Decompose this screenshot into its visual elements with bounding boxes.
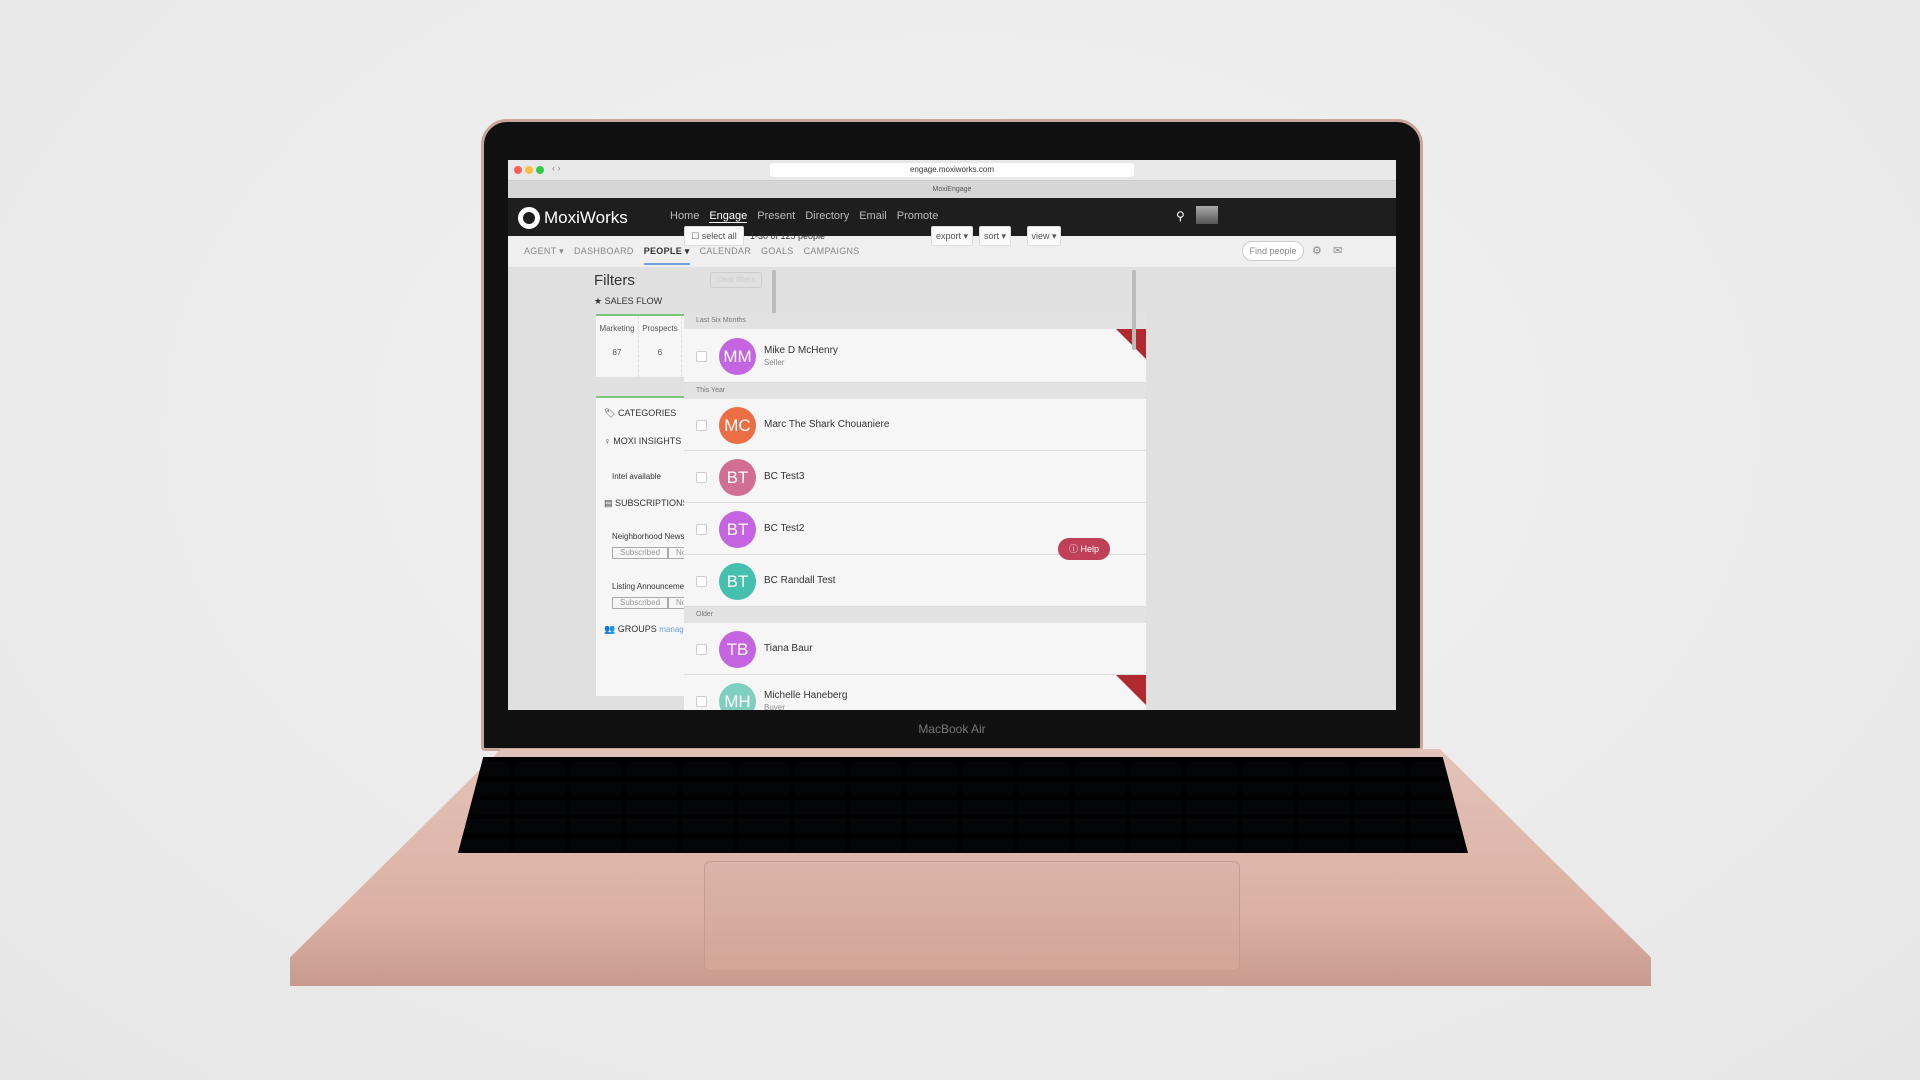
subnav-item[interactable]: CAMPAIGNS <box>804 246 860 265</box>
nav-email[interactable]: Email <box>859 210 887 223</box>
minimize-button[interactable] <box>525 166 533 174</box>
select-all-button[interactable]: ☐ select all <box>684 226 744 246</box>
person-row[interactable]: BT BC Randall Test <box>684 555 1146 607</box>
pin-flag-icon[interactable] <box>1116 675 1146 705</box>
avatar: MC <box>719 406 756 444</box>
row-checkbox[interactable] <box>696 351 707 362</box>
subnav-item[interactable]: PEOPLE ▾ <box>643 246 690 265</box>
zoom-button[interactable] <box>536 166 544 174</box>
avatar: BT <box>719 458 756 496</box>
view-button[interactable]: view ▾ <box>1027 226 1061 246</box>
sub-nav-links: AGENT ▾ DASHBOARD PEOPLE ▾ CALENDAR GOALS CAM… <box>524 246 860 265</box>
logo-icon <box>518 207 540 229</box>
help-button[interactable]: ⓘ Help <box>1058 538 1110 560</box>
group-header: Older <box>684 607 1146 623</box>
stage-label: Marketing <box>599 324 635 333</box>
sales-flow-heading: ★ SALES FLOW <box>594 296 663 306</box>
avatar: MH <box>719 682 756 710</box>
avatar[interactable] <box>1196 206 1218 224</box>
row-checkbox[interactable] <box>696 420 707 431</box>
person-row[interactable]: MM Mike D McHenry Seller <box>684 329 1146 383</box>
nav-directory[interactable]: Directory <box>805 210 849 223</box>
subscribed-option[interactable]: Subscribed <box>612 597 669 609</box>
row-checkbox[interactable] <box>696 696 707 707</box>
clear-filters-button[interactable]: clear filters <box>710 272 762 288</box>
avatar: MM <box>719 337 756 375</box>
stage-label: Prospects <box>642 324 678 333</box>
trackpad <box>704 861 1240 971</box>
close-button[interactable] <box>514 166 522 174</box>
person-name[interactable]: Marc The Shark Chouaniere <box>764 419 889 430</box>
stage-count: 6 <box>657 348 663 357</box>
person-name[interactable]: Mike D McHenry <box>764 345 838 356</box>
group-header: This Year <box>684 383 1146 399</box>
subnav-item[interactable]: AGENT ▾ <box>524 246 564 265</box>
person-name[interactable]: Michelle Haneberg <box>764 690 847 701</box>
people-list: Last Six Months MM Mike D McHenry Seller Thi… <box>684 313 1146 710</box>
person-row[interactable]: MH Michelle Haneberg Buyer <box>684 675 1146 710</box>
keyboard <box>458 757 1468 853</box>
find-people-input[interactable]: Find people <box>1242 241 1304 261</box>
avatar: BT <box>719 562 756 600</box>
subnav-item[interactable]: DASHBOARD <box>574 246 634 265</box>
subscribed-option[interactable]: Subscribed <box>612 547 669 559</box>
browser-toolbar: ‹ › engage.moxiworks.com <box>508 160 1396 181</box>
avatar: BT <box>719 510 756 548</box>
address-bar[interactable]: engage.moxiworks.com <box>770 163 1134 177</box>
filters-title: Filters <box>594 272 635 289</box>
row-checkbox[interactable] <box>696 524 707 535</box>
mail-icon[interactable]: ✉ <box>1333 244 1342 257</box>
subnav-item[interactable]: GOALS <box>761 246 794 265</box>
screen: ‹ › engage.moxiworks.com MoxiEngage Moxi… <box>508 160 1396 710</box>
export-button[interactable]: export ▾ <box>931 226 973 246</box>
logo[interactable]: MoxiWorks <box>518 207 628 229</box>
browser-tab[interactable]: MoxiEngage <box>508 181 1396 198</box>
row-checkbox[interactable] <box>696 472 707 483</box>
gear-icon[interactable]: ⚙ <box>1312 244 1322 257</box>
sales-flow-label: SALES FLOW <box>604 296 663 306</box>
sales-flow-stage[interactable]: Marketing 87 <box>596 316 639 377</box>
row-checkbox[interactable] <box>696 576 707 587</box>
nav-present[interactable]: Present <box>757 210 795 223</box>
person-row[interactable]: MC Marc The Shark Chouaniere <box>684 399 1146 451</box>
person-name[interactable]: Tiana Baur <box>764 643 813 654</box>
row-checkbox[interactable] <box>696 644 707 655</box>
back-forward-icon[interactable]: ‹ › <box>552 163 561 173</box>
person-role: Seller <box>764 358 785 367</box>
people-count: 1-30 of 125 people <box>750 231 826 241</box>
page-scrollbar[interactable] <box>1132 270 1136 350</box>
person-row[interactable]: BT BC Test3 <box>684 451 1146 503</box>
device-label: MacBook Air <box>918 722 986 736</box>
sort-button[interactable]: sort ▾ <box>979 226 1011 246</box>
avatar: TB <box>719 630 756 668</box>
pin-flag-icon[interactable] <box>1116 329 1146 359</box>
group-header: Last Six Months <box>684 313 1146 329</box>
person-name[interactable]: BC Test3 <box>764 471 804 482</box>
subnav-item[interactable]: CALENDAR <box>700 246 751 265</box>
nav-home[interactable]: Home <box>670 210 699 223</box>
stage-count: 87 <box>612 348 622 357</box>
nav-promote[interactable]: Promote <box>897 210 939 223</box>
sales-flow-stage[interactable]: Prospects 6 <box>639 316 682 377</box>
person-role: Buyer <box>764 703 785 710</box>
person-name[interactable]: BC Test2 <box>764 523 804 534</box>
main-nav: Home Engage Present Directory Email Promote <box>670 210 938 223</box>
logo-text: MoxiWorks <box>544 208 628 227</box>
person-name[interactable]: BC Randall Test <box>764 575 836 586</box>
nav-engage[interactable]: Engage <box>709 210 748 223</box>
search-icon[interactable]: ⚲ <box>1176 209 1185 223</box>
person-row[interactable]: TB Tiana Baur <box>684 623 1146 675</box>
